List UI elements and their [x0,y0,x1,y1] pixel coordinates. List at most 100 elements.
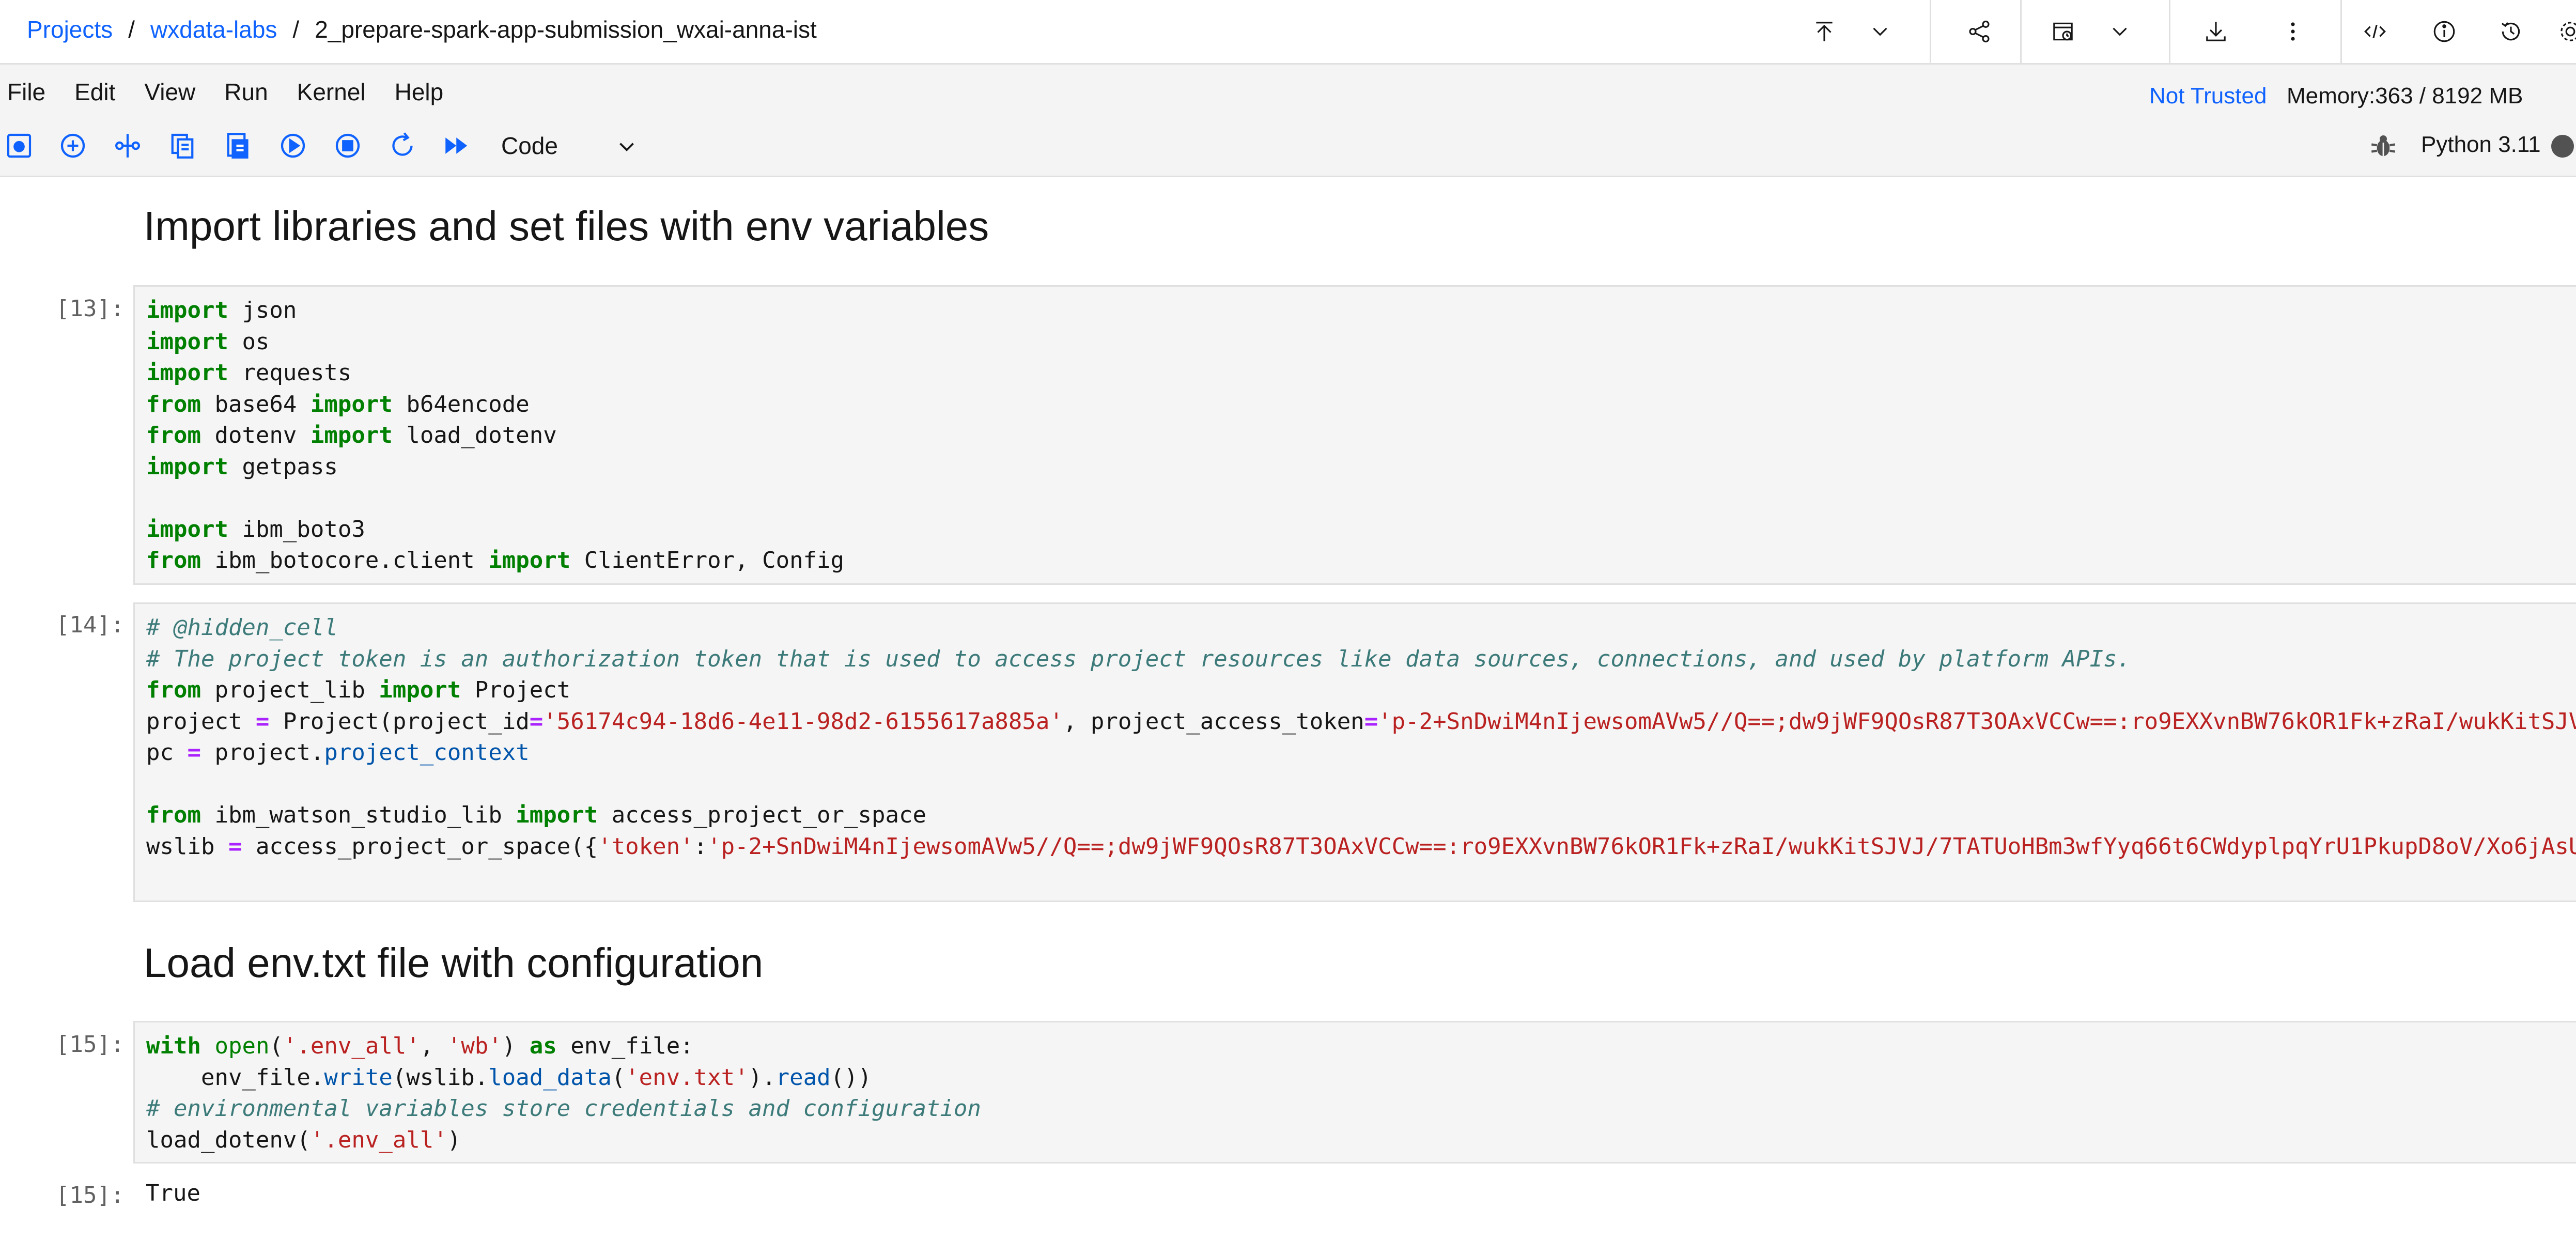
save-icon[interactable] [2,129,36,163]
code-token: env_file. [146,1064,324,1091]
code-token: # environmental variables store credenti… [146,1095,981,1122]
code-token: (wslib. [392,1064,489,1091]
notebook-toolbar: Code Python 3.11 [0,116,2576,177]
code-token: 'token' [598,833,694,860]
cell-type-select[interactable]: Code [501,132,558,160]
code-token: wslib [146,833,228,860]
code-editor[interactable]: # @hidden_cell # The project token is an … [146,612,2576,862]
divider [2020,0,2022,63]
chevron-down-icon[interactable] [2102,13,2138,50]
code-token: project_lib [200,677,379,703]
code-token: ) [447,1126,461,1153]
divider [2169,0,2170,63]
menu-help[interactable]: Help [395,78,444,106]
breadcrumb-projects[interactable]: Projects [27,15,113,43]
settings-icon[interactable] [2552,13,2576,50]
code-line: pc = project.project_context [146,737,2576,769]
code-token: '.env_all' [283,1033,420,1059]
add-cell-icon[interactable] [56,129,90,163]
code-token: 'p-2+SnDwiM4nIjewsomAVw5//Q==;dw9jWF9QOs… [1378,708,2576,735]
copy-icon[interactable] [165,129,199,163]
cell-output: True [146,1180,200,1206]
code-token: Project(project_id [269,708,530,735]
code-token: Project [461,677,571,703]
code-token: from [146,547,201,573]
code-cell[interactable]: with open('.env_all', 'wb') as env_file:… [133,1021,2576,1164]
breadcrumb-separator: / [128,16,135,43]
code-line: from ibm_watson_studio_lib import access… [146,800,2576,831]
breadcrumb: Projects / wxdata-labs / 2_prepare-spark… [27,15,817,43]
code-token: 'wb' [447,1033,502,1059]
history-icon[interactable] [2493,13,2529,50]
code-token: project_context [324,739,530,766]
restart-icon[interactable] [385,129,420,163]
code-line: project = Project(project_id='56174c94-1… [146,706,2576,738]
breadcrumb-project[interactable]: wxdata-labs [150,15,277,43]
code-token: b64encode [392,391,530,417]
code-line: env_file.write(wslib.load_data('env.txt'… [146,1062,981,1094]
cut-icon[interactable] [111,129,145,163]
code-line: from project_lib import Project [146,675,2576,706]
code-token: '56174c94-18d6-4e11-98d2-6155617a885a' [543,708,1063,735]
code-token: ). [748,1064,776,1091]
chevron-down-icon[interactable] [1862,13,1898,50]
code-token: open [214,1033,270,1059]
run-all-icon[interactable] [440,129,474,163]
code-token: json [228,297,297,323]
code-line: ​ [146,769,2576,800]
trust-status[interactable]: Not Trusted [2149,83,2267,109]
code-token: ) [502,1033,530,1059]
code-cell[interactable]: import json import os import requests from … [133,285,2576,585]
memory-status: Memory:363 / 8192 MB [2287,83,2523,108]
code-token: os [228,328,270,355]
code-editor[interactable]: with open('.env_all', 'wb') as env_file:… [146,1031,981,1156]
run-icon[interactable] [276,129,310,163]
info-icon[interactable] [2426,13,2462,50]
code-token: access_project_or_space [598,802,926,828]
section-heading: Load env.txt file with configuration [144,940,764,986]
paste-icon[interactable] [221,129,255,163]
download-icon[interactable] [2198,13,2234,50]
code-token: import [516,802,598,828]
chevron-down-icon[interactable] [614,134,640,162]
schedule-icon[interactable] [2045,13,2081,50]
menu-bar: File Edit View Run Kernel Help Not Trust… [0,65,2576,116]
menu-view[interactable]: View [144,78,195,106]
menu-run[interactable]: Run [224,78,268,106]
code-token: read [775,1064,831,1091]
code-token: = [529,708,544,735]
code-token: import [310,422,393,448]
share-icon[interactable] [1961,13,1997,50]
code-editor[interactable]: import json import os import requests from … [146,295,844,577]
menu-file[interactable]: File [7,78,45,106]
code-line: import os [146,327,844,358]
code-line: load_dotenv('.env_all') [146,1125,981,1156]
code-token: , project_access_token [1063,708,1364,735]
code-line: # @hidden_cell [146,612,2576,644]
code-token: with [146,1033,201,1059]
code-token: write [324,1064,393,1091]
publish-icon[interactable] [1806,13,1842,50]
code-token: from [146,802,201,828]
code-token: 'env.txt' [625,1064,749,1091]
code-token: ibm_watson_studio_lib [200,802,516,828]
stop-icon[interactable] [331,129,365,163]
code-token: requests [228,360,352,386]
code-token: getpass [228,453,338,480]
code-cell[interactable]: # @hidden_cell # The project token is an … [133,602,2576,902]
kernel-name[interactable]: Python 3.11 [2421,132,2541,158]
menu-kernel[interactable]: Kernel [297,78,366,106]
code-token: import [146,360,228,386]
overflow-menu-icon[interactable] [2275,13,2311,50]
code-icon[interactable] [2357,13,2393,50]
code-token: project [146,708,256,735]
menu-edit[interactable]: Edit [74,78,115,106]
code-token: project. [200,739,324,766]
code-token: import [310,391,393,417]
code-line: import requests [146,358,844,389]
top-bar: Projects / wxdata-labs / 2_prepare-spark… [0,0,2576,65]
code-token: '.env_all' [310,1126,447,1153]
debugger-icon[interactable] [2369,132,2398,163]
code-token: pc [146,739,188,766]
section-heading: Import libraries and set files with env … [144,203,989,249]
